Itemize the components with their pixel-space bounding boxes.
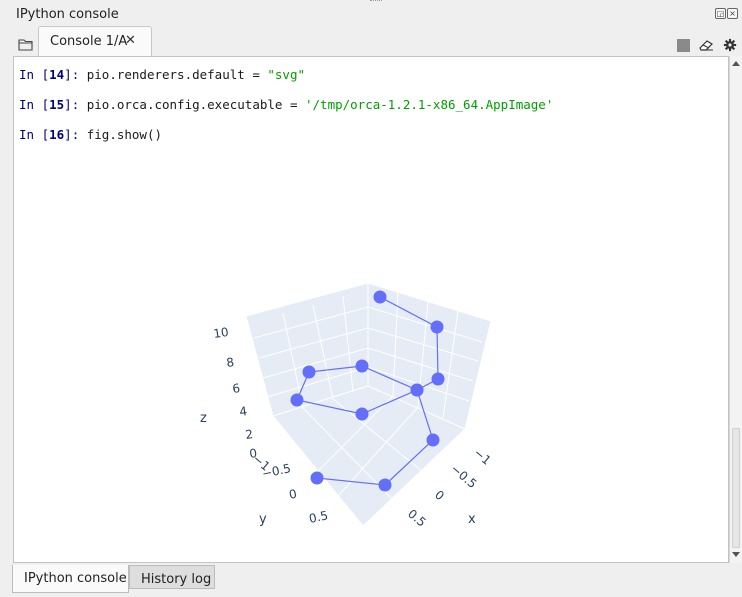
close-pane-icon[interactable]: × [727,8,738,19]
pane-title: IPython console [16,7,119,22]
eraser-icon[interactable] [698,38,714,52]
data-point-marker [355,359,369,373]
tab-console-1a[interactable]: Console 1/A ✕ [38,26,152,57]
stop-icon[interactable] [677,38,690,52]
y-tick-label: 0 [288,487,298,502]
pane-window-buttons: ◲ × [715,8,738,19]
console-scrollbar[interactable] [729,56,742,563]
x-tick-label: −1 [471,446,494,468]
y-axis-label: y [259,512,267,527]
data-point-marker [431,372,445,386]
data-point-marker [302,365,316,379]
data-point-marker [426,433,440,447]
console-tabbar: Console 1/A ✕ [0,26,742,57]
x-tick-label: 0.5 [405,507,429,530]
x-tick-label: 0 [432,488,447,504]
gear-icon[interactable] [722,38,738,52]
tab-ipython-console[interactable]: IPython console [12,565,129,593]
x-axis-label: x [468,512,476,527]
data-point-marker [378,478,392,492]
x-tick-label: −0.5 [448,462,479,491]
y-tick-label: 0.5 [308,508,330,526]
z-tick-label: 6 [231,381,241,396]
scroll-up-icon[interactable] [732,60,740,66]
plotly-3d-figure: 10 8 6 4 2 0 z −1 −0.5 0 0.5 y −1 −0.5 0… [200,282,494,530]
data-point-marker [310,471,324,485]
z-tick-label: 4 [238,404,248,419]
tab-history-log[interactable]: History log [129,565,215,589]
console-toolbar [677,38,738,52]
z-tick-label: 2 [244,427,254,442]
z-tick-label: 8 [225,355,235,370]
scroll-down-icon[interactable] [732,552,740,558]
pane-drag-grip[interactable] [370,0,382,4]
z-tick-label: 10 [212,325,229,341]
scrollbar-thumb[interactable] [732,428,740,548]
data-point-marker [430,320,444,334]
folder-icon[interactable] [18,38,34,51]
tab-label: Console 1/A [50,34,128,49]
z-axis-label: z [200,411,207,426]
data-point-marker [373,290,387,304]
close-icon[interactable]: ✕ [125,33,136,48]
undock-icon[interactable]: ◲ [715,8,726,19]
data-point-marker [355,407,369,421]
console-output[interactable]: In [14]: pio.renderers.default = "svg" I… [13,56,729,563]
data-point-marker [290,393,304,407]
data-point-marker [410,383,424,397]
